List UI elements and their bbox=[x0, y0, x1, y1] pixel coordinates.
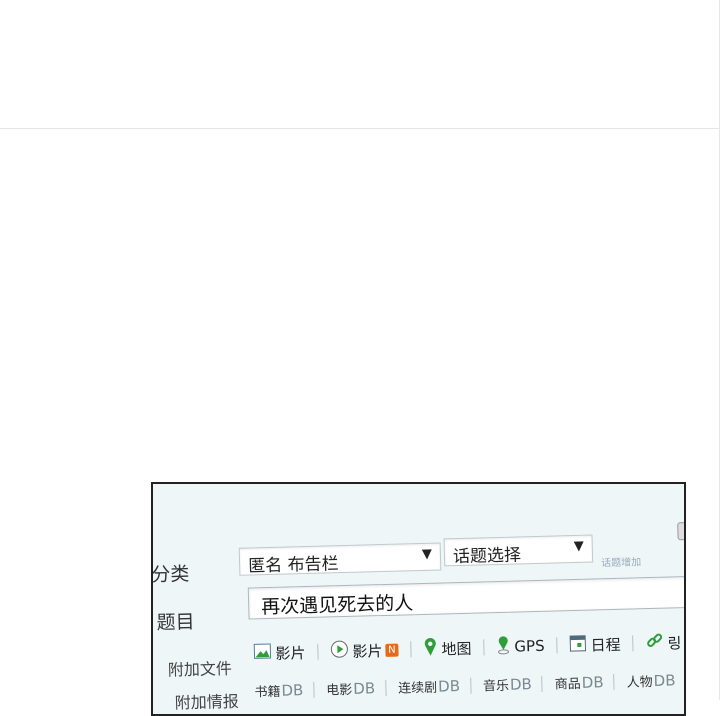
edge-button[interactable] bbox=[677, 521, 684, 541]
db-label: DB bbox=[437, 677, 461, 696]
attach-link-label: 링 bbox=[667, 633, 682, 653]
attach-photo-button[interactable]: 影片 bbox=[253, 642, 306, 664]
comic-panel-form-screenshot: 分类 匿名 布告栏 ▼ 话题选择 ▼ 话题增加 题目 再次遇见死去的人 附加文件… bbox=[151, 482, 686, 716]
dropdown-arrow-icon: ▼ bbox=[573, 538, 584, 555]
info-drama-button[interactable]: 连续剧 DB bbox=[398, 676, 460, 697]
db-label: DB bbox=[581, 673, 604, 692]
info-label: 附加情报 bbox=[174, 691, 239, 713]
info-row: 书籍 DB 电影 DB 连续剧 DB 音乐 DB 商品 DB 人物 DB bbox=[254, 670, 684, 700]
info-movie-label: 电影 bbox=[326, 682, 353, 699]
info-music-button[interactable]: 音乐 DB bbox=[483, 674, 532, 694]
db-label: DB bbox=[281, 681, 304, 700]
title-label: 题目 bbox=[156, 610, 195, 634]
separator bbox=[384, 679, 387, 696]
info-books-button[interactable]: 书籍 DB bbox=[254, 680, 303, 700]
info-person-button[interactable]: 人物 DB bbox=[626, 670, 675, 690]
info-books-label: 书籍 bbox=[254, 684, 281, 701]
title-input-value: 再次遇见死去的人 bbox=[260, 592, 414, 619]
dropdown-arrow-icon: ▼ bbox=[421, 546, 433, 562]
separator bbox=[632, 635, 634, 652]
separator bbox=[317, 643, 319, 660]
new-badge-icon: N bbox=[385, 643, 399, 657]
info-goods-button[interactable]: 商品 DB bbox=[555, 672, 604, 692]
video-play-icon bbox=[330, 640, 349, 662]
attach-video-button[interactable]: 影片 N bbox=[330, 639, 399, 663]
attachments-row: 影片 影片 N 地图 GPS 日程 링 bbox=[253, 630, 684, 665]
attach-schedule-button[interactable]: 日程 bbox=[569, 633, 621, 655]
category-select-value: 匿名 布告栏 bbox=[247, 554, 339, 577]
topic-select[interactable]: 话题选择 ▼ bbox=[443, 534, 594, 568]
info-goods-label: 商品 bbox=[554, 676, 582, 693]
calendar-icon bbox=[569, 634, 587, 655]
topic-select-value: 话题选择 bbox=[452, 545, 522, 568]
topic-add-link[interactable]: 话题增加 bbox=[601, 553, 641, 569]
info-music-label: 音乐 bbox=[482, 678, 510, 695]
separator bbox=[541, 675, 543, 692]
category-label: 分类 bbox=[151, 563, 190, 587]
attach-map-button[interactable]: 地图 bbox=[423, 636, 472, 661]
link-icon bbox=[645, 632, 664, 654]
top-blank-panel bbox=[0, 0, 720, 129]
separator bbox=[410, 641, 412, 658]
info-drama-label: 连续剧 bbox=[397, 680, 438, 697]
post-form: 分类 匿名 布告栏 ▼ 话题选择 ▼ 话题增加 题目 再次遇见死去的人 附加文件… bbox=[151, 484, 684, 714]
separator bbox=[469, 677, 472, 694]
separator bbox=[483, 639, 485, 656]
db-label: DB bbox=[509, 675, 533, 694]
gps-pin-icon bbox=[496, 635, 511, 659]
image-icon bbox=[253, 643, 272, 663]
db-label: DB bbox=[353, 679, 376, 698]
map-pin-icon bbox=[423, 637, 438, 661]
attach-link-button[interactable]: 링 bbox=[645, 631, 682, 654]
attach-map-label: 地图 bbox=[441, 639, 472, 659]
separator bbox=[613, 673, 615, 690]
info-person-label: 人物 bbox=[626, 674, 653, 691]
title-input[interactable]: 再次遇见死去的人 bbox=[247, 575, 684, 620]
attach-schedule-label: 日程 bbox=[590, 635, 621, 655]
attach-gps-label: GPS bbox=[514, 636, 545, 656]
attach-label: 附加文件 bbox=[167, 659, 233, 680]
separator bbox=[556, 637, 558, 654]
separator bbox=[313, 681, 315, 698]
info-movie-button[interactable]: 电影 DB bbox=[326, 678, 375, 698]
attach-photo-label: 影片 bbox=[275, 643, 306, 663]
attach-gps-button[interactable]: GPS bbox=[496, 634, 545, 659]
db-label: DB bbox=[653, 671, 676, 690]
attach-video-label: 影片 bbox=[352, 641, 383, 661]
category-select[interactable]: 匿名 布告栏 ▼ bbox=[238, 542, 442, 577]
